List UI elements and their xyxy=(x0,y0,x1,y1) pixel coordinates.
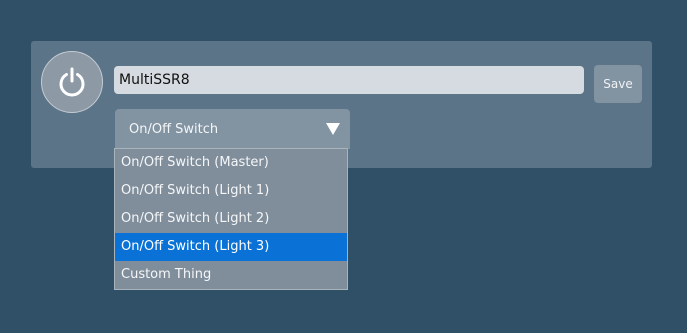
power-button[interactable] xyxy=(41,51,103,113)
dropdown-option-light-2[interactable]: On/Off Switch (Light 2) xyxy=(115,205,347,233)
power-icon xyxy=(59,67,85,97)
thing-type-dropdown: On/Off Switch (Master) On/Off Switch (Li… xyxy=(114,148,348,290)
device-name-input[interactable] xyxy=(114,66,584,94)
dropdown-option-master[interactable]: On/Off Switch (Master) xyxy=(115,149,347,177)
dropdown-option-light-1[interactable]: On/Off Switch (Light 1) xyxy=(115,177,347,205)
dropdown-option-light-3[interactable]: On/Off Switch (Light 3) xyxy=(115,233,347,261)
thing-type-select[interactable]: On/Off Switch xyxy=(115,109,350,149)
dropdown-option-custom-thing[interactable]: Custom Thing xyxy=(115,261,347,289)
save-button[interactable]: Save xyxy=(594,65,642,103)
thing-type-selected-value: On/Off Switch xyxy=(129,121,219,137)
chevron-down-icon xyxy=(326,123,340,135)
